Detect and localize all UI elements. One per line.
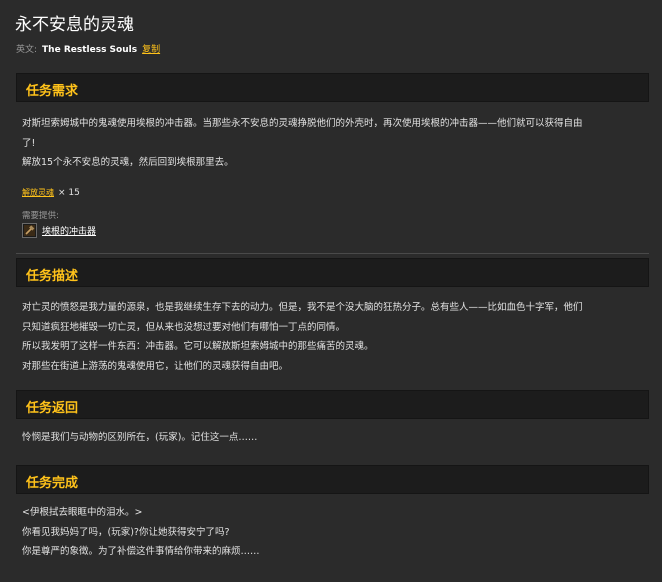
text-line: 只知道疯狂地摧毁一切亡灵，但从来也没想过要对他们有哪怕一丁点的同情。 [22,321,346,333]
provided-label: 需要提供: [22,211,59,221]
section-title: 任务完成 [26,476,79,491]
page-title: 永不安息的灵魂 [15,15,134,35]
english-name: The Restless Souls [42,45,138,55]
section-title: 任务需求 [26,84,79,99]
description-text: 对亡灵的愤怒是我力量的源泉，也是我继续生存下去的动力。但是，我不是个没大脑的狂热… [22,298,646,376]
text-line: 所以我发明了这样一件东西：冲击器。它可以解放斯坦索姆城中的那些痛苦的灵魂。 [22,341,374,352]
section-header: 任务完成 [16,465,649,494]
text-line: 对亡灵的愤怒是我力量的源泉，也是我继续生存下去的动力。但是，我不是个没大脑的狂热… [22,302,583,313]
objective-row: 解放灵魂 × 15 [22,187,80,198]
text-line: 对那些在街道上游荡的鬼魂使用它，让他们的灵魂获得自由吧。 [22,360,289,372]
objective-count: × 15 [58,187,80,198]
text-line: 对斯坦索姆城中的鬼魂使用埃根的冲击器。当那些永不安息的灵魂挣脱他们的外壳时，再次… [22,118,583,129]
section-title: 任务描述 [26,269,79,284]
text-line: 你是尊严的象徵。为了补偿这件事情给你带来的麻烦…… [22,546,260,557]
quest-page: 永不安息的灵魂 英文: The Restless Souls 复制 任务需求 对… [0,0,662,582]
text-line: 了! [22,137,36,149]
hammer-icon [22,223,37,238]
section-description: 任务描述 对亡灵的愤怒是我力量的源泉，也是我继续生存下去的动力。但是，我不是个没… [16,258,649,378]
text-line: 解放15个永不安息的灵魂，然后回到埃根那里去。 [22,157,234,168]
english-name-line: 英文: The Restless Souls 复制 [16,42,160,55]
section-header: 任务返回 [16,390,649,419]
section-requirements: 任务需求 对斯坦索姆城中的鬼魂使用埃根的冲击器。当那些永不安息的灵魂挣脱他们的外… [16,73,649,255]
section-completion: 任务完成 <伊根拭去眼眶中的泪水。> 你看见我妈妈了吗，(玩家)?你让她获得安宁… [16,465,649,575]
divider [16,253,649,254]
provided-item-name: 埃根的冲击器 [42,227,97,237]
text-line: 你看见我妈妈了吗，(玩家)?你让她获得安宁了吗? [22,526,230,538]
english-label: 英文: [16,45,38,55]
text-line: <伊根拭去眼眶中的泪水。> [22,507,143,518]
completion-text: <伊根拭去眼眶中的泪水。> 你看见我妈妈了吗，(玩家)?你让她获得安宁了吗? 你… [22,503,646,562]
objective-link[interactable]: 解放灵魂 [22,187,54,198]
provided-item[interactable]: 埃根的冲击器 [22,223,96,238]
progress-text: 怜悯是我们与动物的区别所在，(玩家)。记住这一点…… [22,428,646,448]
text-line: 怜悯是我们与动物的区别所在，(玩家)。记住这一点…… [22,432,258,443]
copy-link[interactable]: 复制 [142,42,160,55]
section-header: 任务需求 [16,73,649,102]
section-title: 任务返回 [26,401,79,416]
section-header: 任务描述 [16,258,649,287]
section-progress: 任务返回 怜悯是我们与动物的区别所在，(玩家)。记住这一点…… [16,390,649,450]
requirements-text: 对斯坦索姆城中的鬼魂使用埃根的冲击器。当那些永不安息的灵魂挣脱他们的外壳时，再次… [22,114,646,173]
